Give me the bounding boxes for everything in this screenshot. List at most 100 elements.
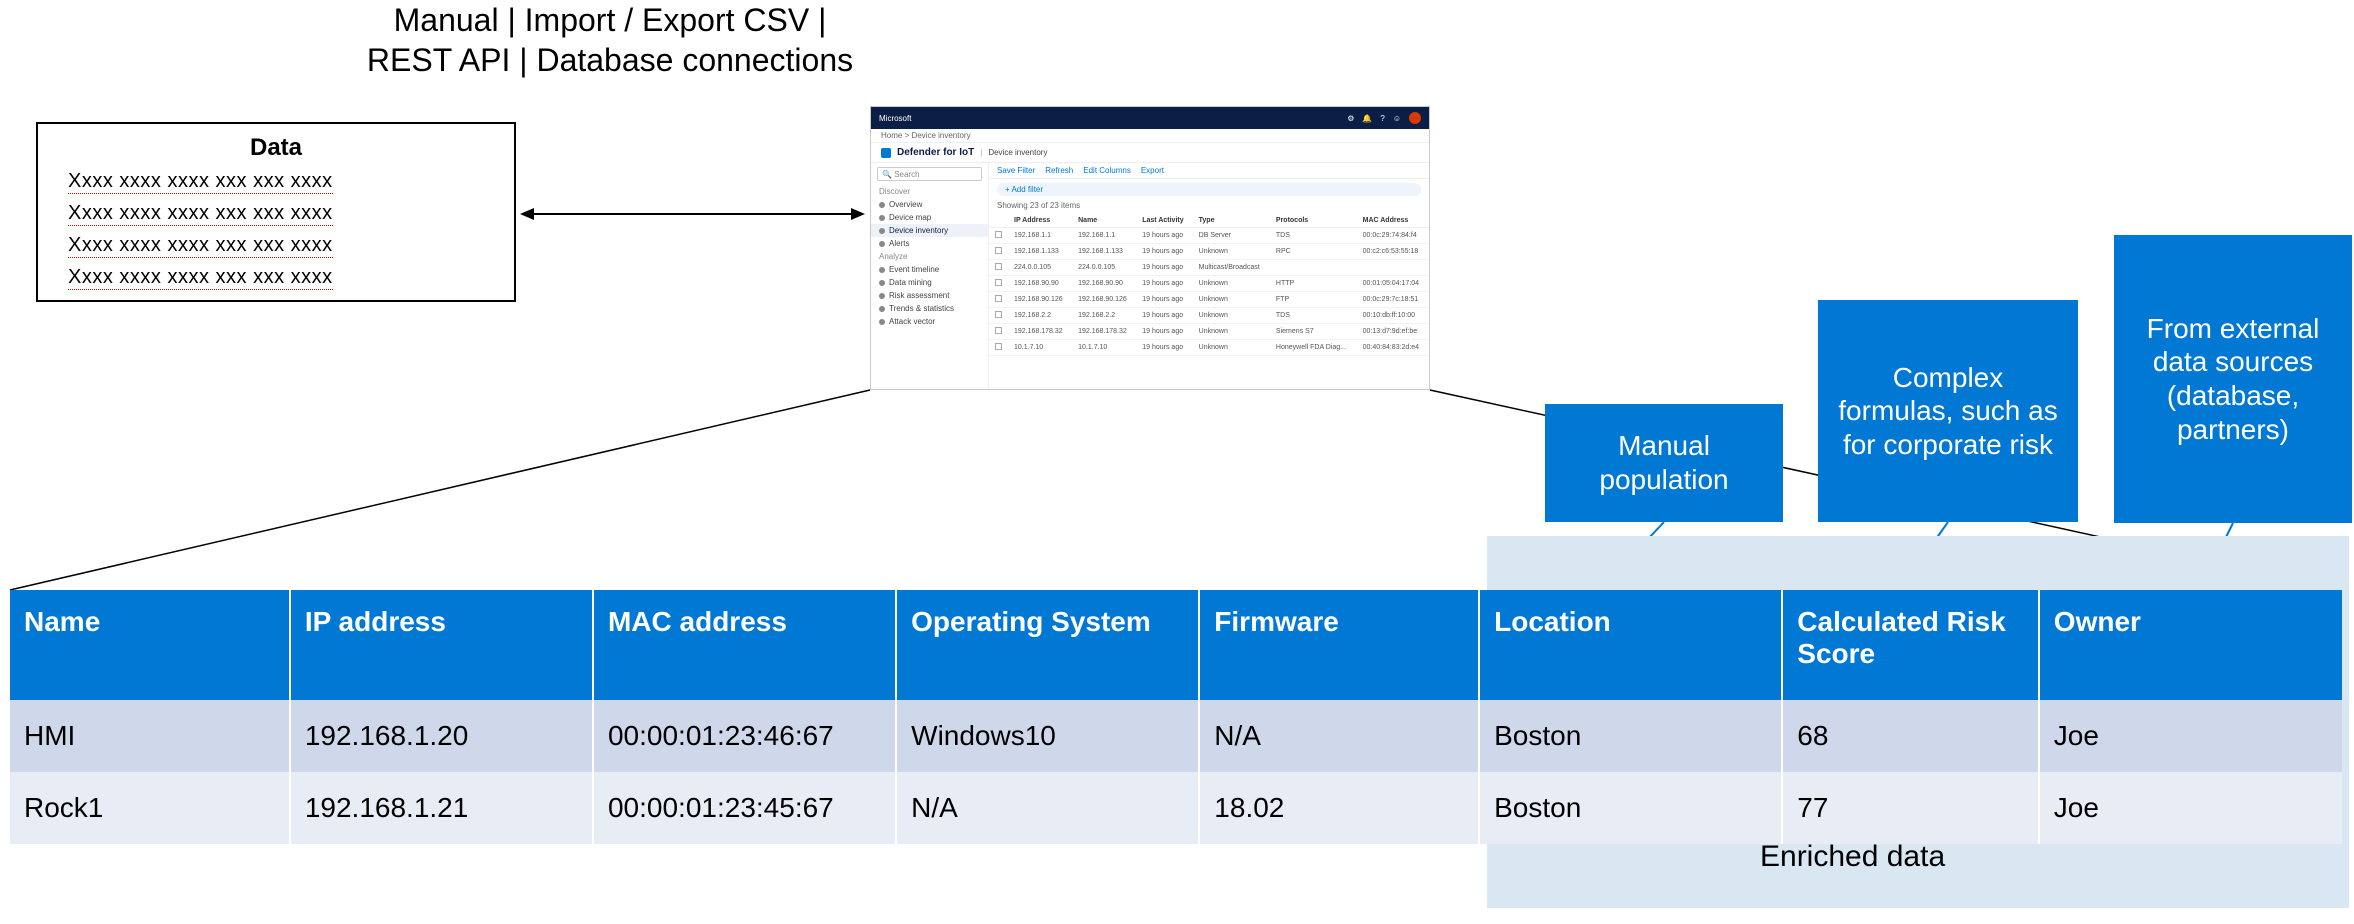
cell: 10.1.7.10 — [1072, 340, 1136, 356]
th-fw: Firmware — [1199, 590, 1479, 700]
cell: 00:13:d7:9d:ef:be — [1357, 324, 1429, 340]
sidebar-item-device-inventory[interactable]: Device inventory — [871, 224, 988, 237]
cell: 192.168.1.133 — [1008, 244, 1072, 260]
edit-columns-button[interactable]: Edit Columns — [1083, 166, 1131, 175]
th-os: Operating System — [896, 590, 1199, 700]
col-activity: Last Activity — [1136, 214, 1192, 228]
cell: 192.168.1.133 — [1072, 244, 1136, 260]
th-ip: IP address — [290, 590, 593, 700]
cell: 192.168.90.90 — [1008, 276, 1072, 292]
sidebar-item-label: Alerts — [889, 239, 909, 248]
checkbox-icon[interactable] — [995, 295, 1002, 302]
cell: HTTP — [1270, 276, 1357, 292]
table-row: 192.168.1.133192.168.1.13319 hours agoUn… — [989, 244, 1429, 260]
sidebar-item-label: Device map — [889, 213, 931, 222]
result-count: Showing 23 of 23 items — [989, 200, 1429, 214]
sidebar-item-label: Trends & statistics — [889, 304, 954, 313]
callout-text: Complex formulas, such as for corporate … — [1834, 361, 2062, 462]
cell-name: HMI — [10, 700, 290, 772]
device-table: Name IP address MAC address Operating Sy… — [10, 590, 2342, 844]
cell: Unknown — [1193, 324, 1270, 340]
checkbox-icon[interactable] — [995, 327, 1002, 334]
callout-text: From external data sources (database, pa… — [2130, 312, 2336, 446]
dot-icon — [879, 319, 885, 325]
bell-icon: 🔔 — [1362, 114, 1372, 123]
cell-own: Joe — [2039, 772, 2342, 844]
cell: DB Server — [1193, 228, 1270, 244]
add-filter-chip[interactable]: + Add filter — [997, 183, 1421, 196]
cell: 00:0c:29:7c:18:51 — [1357, 292, 1429, 308]
checkbox-icon[interactable] — [995, 231, 1002, 238]
sidebar-item-attack-vector[interactable]: Attack vector — [871, 315, 988, 328]
app-toolbar: Save Filter Refresh Edit Columns Export — [989, 163, 1429, 179]
th-name: Name — [10, 590, 290, 700]
data-placeholder-line: Xxxx xxxx xxxx xxx xxx xxxx — [68, 202, 333, 226]
cell-fw: 18.02 — [1199, 772, 1479, 844]
col-name: Name — [1072, 214, 1136, 228]
cell: 19 hours ago — [1136, 308, 1192, 324]
sidebar-item-label: Attack vector — [889, 317, 935, 326]
th-loc: Location — [1479, 590, 1782, 700]
table-row: 192.168.90.90192.168.90.9019 hours agoUn… — [989, 276, 1429, 292]
cell: 00:40:84:83:2d:e4 — [1357, 340, 1429, 356]
title-separator: | — [980, 148, 982, 157]
sidebar-item-data-mining[interactable]: Data mining — [871, 276, 988, 289]
cell-os: N/A — [896, 772, 1199, 844]
sidebar-item-label: Data mining — [889, 278, 932, 287]
table-row: 192.168.2.2192.168.2.219 hours agoUnknow… — [989, 308, 1429, 324]
help-icon: ? — [1380, 114, 1384, 123]
cell: 224.0.0.105 — [1008, 260, 1072, 276]
checkbox-icon[interactable] — [995, 247, 1002, 254]
sidebar-item-label: Event timeline — [889, 265, 939, 274]
cell: 19 hours ago — [1136, 340, 1192, 356]
diagram-canvas: Manual | Import / Export CSV | REST API … — [0, 0, 2354, 924]
sidebar-item-overview[interactable]: Overview — [871, 198, 988, 211]
search-input[interactable]: 🔍 Search — [877, 167, 982, 181]
cell: 192.168.178.32 — [1072, 324, 1136, 340]
defender-screenshot: Microsoft ⚙ 🔔 ? ☺ Home > Device inventor… — [870, 106, 1430, 390]
cell-loc: Boston — [1479, 700, 1782, 772]
refresh-button[interactable]: Refresh — [1045, 166, 1073, 175]
dot-icon — [879, 241, 885, 247]
checkbox-icon[interactable] — [995, 263, 1002, 270]
col-protocols: Protocols — [1270, 214, 1357, 228]
cell: 00:0c:29:74:84:f4 — [1357, 228, 1429, 244]
breadcrumb: Home > Device inventory — [871, 129, 1429, 143]
cell — [1270, 260, 1357, 276]
callout-complex-formulas: Complex formulas, such as for corporate … — [1818, 300, 2078, 522]
data-placeholder-line: Xxxx xxxx xxxx xxx xxx xxxx — [68, 234, 333, 258]
cell: 10.1.7.10 — [1008, 340, 1072, 356]
cell: Unknown — [1193, 308, 1270, 324]
device-table-wrap: Name IP address MAC address Operating Sy… — [10, 590, 2342, 844]
table-row: 192.168.90.126192.168.90.12619 hours ago… — [989, 292, 1429, 308]
checkbox-icon[interactable] — [995, 279, 1002, 286]
dot-icon — [879, 267, 885, 273]
export-button[interactable]: Export — [1141, 166, 1164, 175]
cell-os: Windows10 — [896, 700, 1199, 772]
sidebar-item-device-map[interactable]: Device map — [871, 211, 988, 224]
app-navbar: Microsoft ⚙ 🔔 ? ☺ — [871, 107, 1429, 129]
sidebar-item-event-timeline[interactable]: Event timeline — [871, 263, 988, 276]
sidebar-item-risk-assessment[interactable]: Risk assessment — [871, 289, 988, 302]
table-row: 10.1.7.1010.1.7.1019 hours agoUnknownHon… — [989, 340, 1429, 356]
cell: Siemens S7 — [1270, 324, 1357, 340]
cell-own: Joe — [2039, 700, 2342, 772]
table-row: 192.168.1.1192.168.1.119 hours agoDB Ser… — [989, 228, 1429, 244]
sidebar-item-alerts[interactable]: Alerts — [871, 237, 988, 250]
cell: 19 hours ago — [1136, 324, 1192, 340]
cell-risk: 77 — [1782, 772, 2039, 844]
page-title-row: Defender for IoT | Device inventory — [871, 143, 1429, 163]
data-box-heading: Data — [68, 134, 484, 162]
table-row: Rock1 192.168.1.21 00:00:01:23:45:67 N/A… — [10, 772, 2342, 844]
top-caption: Manual | Import / Export CSV | REST API … — [280, 0, 940, 80]
checkbox-icon[interactable] — [995, 343, 1002, 350]
callout-text: Manual population — [1561, 429, 1767, 496]
col-ip: IP Address — [1008, 214, 1072, 228]
sidebar-item-trends[interactable]: Trends & statistics — [871, 302, 988, 315]
checkbox-icon[interactable] — [995, 311, 1002, 318]
inventory-table: IP Address Name Last Activity Type Proto… — [989, 214, 1429, 356]
data-source-box: Data Xxxx xxxx xxxx xxx xxx xxxx Xxxx xx… — [36, 122, 516, 302]
callout-external-sources: From external data sources (database, pa… — [2114, 235, 2352, 523]
save-filter-button[interactable]: Save Filter — [997, 166, 1035, 175]
cell: 19 hours ago — [1136, 260, 1192, 276]
